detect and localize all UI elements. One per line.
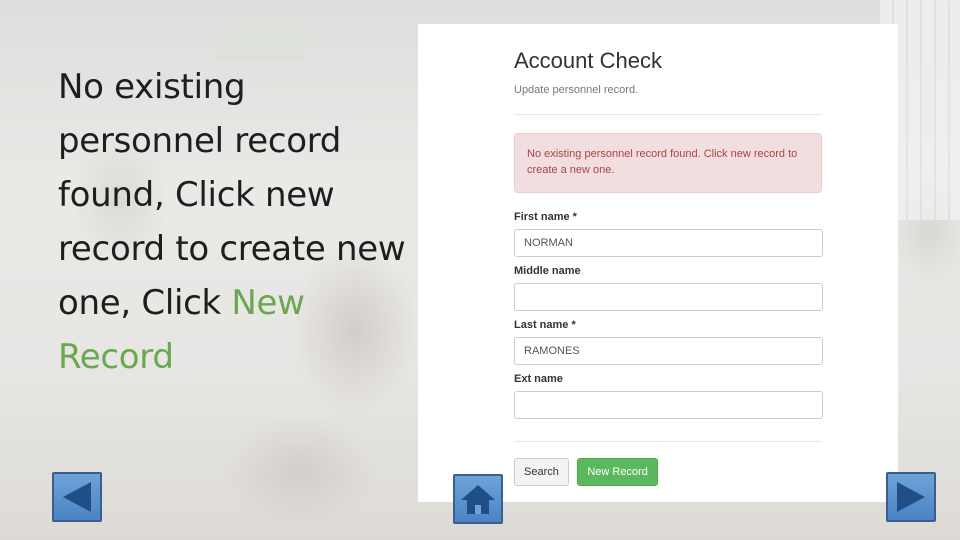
form-actions: Search New Record — [514, 458, 822, 486]
divider — [514, 114, 822, 115]
last-name-label: Last name * — [514, 319, 576, 331]
next-slide-button[interactable] — [886, 472, 936, 522]
search-button[interactable]: Search — [514, 458, 569, 486]
account-check-panel: Account Check Update personnel record. N… — [418, 24, 898, 502]
previous-arrow-icon — [63, 482, 91, 512]
previous-slide-button[interactable] — [52, 472, 102, 522]
last-name-input[interactable]: RAMONES — [514, 337, 823, 365]
slide-text: No existing personnel record found, Clic… — [58, 60, 418, 384]
new-record-button[interactable]: New Record — [577, 458, 658, 486]
alert-message: No existing personnel record found. Clic… — [514, 133, 822, 193]
first-name-input[interactable]: NORMAN — [514, 229, 823, 257]
home-icon — [461, 485, 495, 514]
home-button[interactable] — [453, 474, 503, 524]
divider — [514, 441, 822, 442]
panel-subtitle: Update personnel record. — [514, 84, 639, 96]
ext-name-label: Ext name — [514, 373, 563, 385]
first-name-label: First name * — [514, 211, 577, 223]
panel-title: Account Check — [514, 48, 662, 73]
middle-name-label: Middle name — [514, 265, 581, 277]
next-arrow-icon — [897, 482, 925, 512]
ext-name-input[interactable] — [514, 391, 823, 419]
middle-name-input[interactable] — [514, 283, 823, 311]
